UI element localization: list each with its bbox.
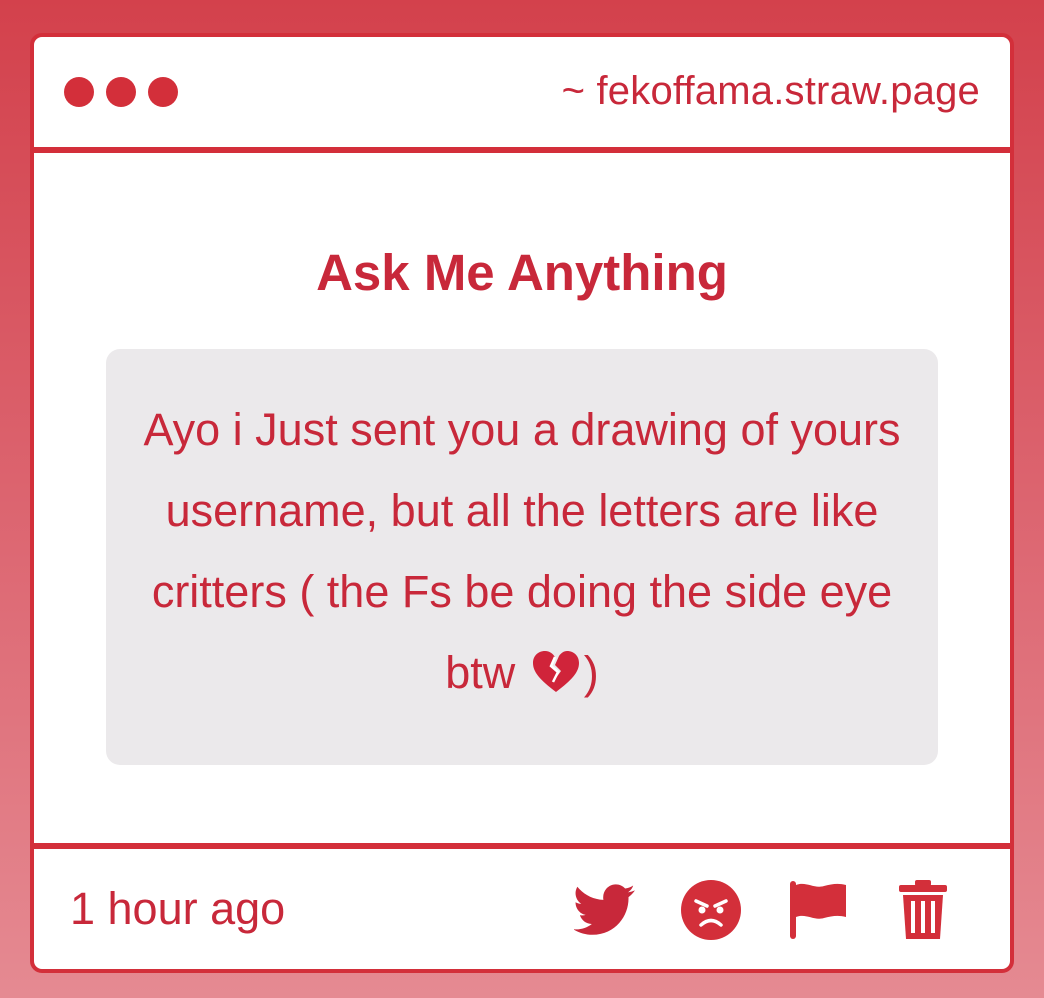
report-button[interactable] xyxy=(786,879,848,941)
delete-button[interactable] xyxy=(892,879,954,941)
app-window: ~ fekoffama.straw.page Ask Me Anything A… xyxy=(30,33,1014,973)
message-closing: ) xyxy=(583,647,599,698)
twitter-icon xyxy=(574,884,635,935)
message-text: Ayo i Just sent you a drawing of yours u… xyxy=(143,404,901,698)
window-controls xyxy=(64,77,178,107)
action-bar xyxy=(574,879,954,941)
timestamp: 1 hour ago xyxy=(70,883,286,934)
broken-heart-icon xyxy=(532,651,579,692)
react-angry-button[interactable] xyxy=(680,879,742,941)
flag-icon xyxy=(790,881,846,939)
window-dot-maximize[interactable] xyxy=(148,77,178,107)
main-content: Ask Me Anything Ayo i Just sent you a dr… xyxy=(34,153,1010,843)
window-dot-close[interactable] xyxy=(64,77,94,107)
angry-face-icon xyxy=(681,880,741,940)
url-label[interactable]: ~ fekoffama.straw.page xyxy=(562,69,980,114)
share-twitter-button[interactable] xyxy=(574,879,636,941)
title-bar: ~ fekoffama.straw.page xyxy=(34,37,1010,153)
footer-bar: 1 hour ago xyxy=(34,843,1010,969)
trash-icon xyxy=(899,880,947,939)
page-title: Ask Me Anything xyxy=(316,244,728,301)
window-dot-minimize[interactable] xyxy=(106,77,136,107)
message-bubble: Ayo i Just sent you a drawing of yours u… xyxy=(106,349,938,765)
